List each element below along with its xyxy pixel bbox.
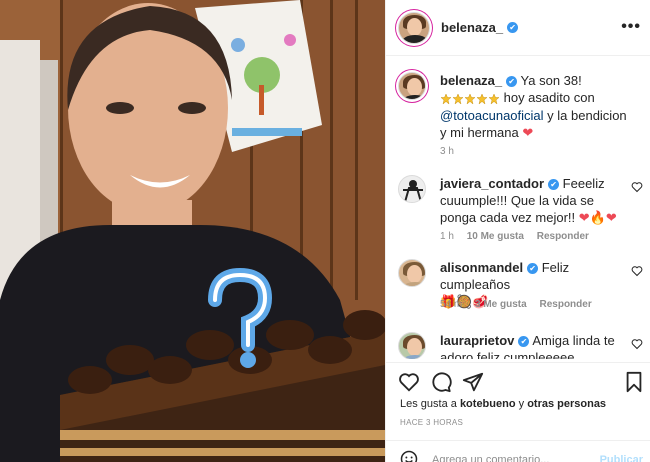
comment-username[interactable]: alisonmandel (440, 260, 523, 275)
comments-list[interactable]: belenaza_ ✔ Ya son 38! hoy asadito con @t… (386, 57, 650, 359)
comment-time[interactable]: 54 m (440, 299, 462, 310)
verified-badge-icon: ✔ (506, 76, 518, 88)
verified-badge-icon: ✔ (518, 336, 530, 348)
caption-line-1: Ya son 38! (520, 73, 582, 88)
caption-meta: 3 h (440, 146, 464, 157)
likes-mid: y (515, 398, 528, 410)
like-comment-heart-icon[interactable] (631, 265, 643, 277)
comment-meta: 1 h 10 Me gusta Responder (440, 231, 599, 242)
emoji-smiley-icon[interactable] (400, 450, 418, 462)
likes-prefix: Les gusta a (400, 398, 460, 410)
commenter-avatar[interactable] (398, 175, 426, 203)
reply-button[interactable]: Responder (537, 231, 589, 242)
caption-avatar[interactable] (398, 72, 426, 100)
likes-others-link[interactable]: otras personas (527, 398, 606, 410)
comment-meta: 54 m 3 Me gusta Responder (440, 299, 602, 310)
like-comment-heart-icon[interactable] (631, 181, 643, 193)
author-avatar[interactable] (398, 11, 430, 44)
comment-text: lauraprietov ✔ Amiga linda te adoro feliz… (440, 332, 630, 359)
add-comment-input[interactable]: Agrega un comentario... (432, 454, 549, 462)
photo-illustration (0, 0, 385, 462)
caption-text: belenaza_ ✔ Ya son 38! hoy asadito con @t… (440, 72, 630, 141)
verified-badge-icon: ✔ (507, 22, 519, 33)
author-username[interactable]: belenaza_ (441, 20, 503, 35)
comment-username[interactable]: javiera_contador (440, 176, 544, 191)
comment-emojis: ❤🔥❤ (578, 210, 617, 225)
share-paper-plane-icon[interactable] (462, 371, 484, 393)
stars-emoji-icon (440, 90, 500, 107)
verified-badge-icon: ✔ (548, 179, 560, 191)
publish-button[interactable]: Publicar (600, 454, 643, 462)
caption-line-2: hoy asadito con (500, 90, 595, 105)
post-timestamp[interactable]: HACE 3 HORAS (400, 418, 463, 427)
commenter-avatar[interactable] (398, 259, 426, 287)
reply-button[interactable]: Responder (539, 299, 591, 310)
post-photo[interactable] (0, 0, 385, 462)
like-comment-heart-icon[interactable] (631, 338, 643, 350)
post-side-panel: belenaza_ ✔ ••• belenaza_ ✔ Ya son 38! ho… (385, 0, 650, 462)
comment-username[interactable]: lauraprietov (440, 333, 514, 348)
caption-time[interactable]: 3 h (440, 146, 454, 157)
red-heart-emoji-icon: ❤ (522, 125, 534, 141)
verified-badge-icon: ✔ (527, 263, 539, 275)
comment-text: javiera_contador ✔ Feeeliz cuuumple!!! Qu… (440, 175, 630, 226)
caption-mention-link[interactable]: @totoacunaoficial (440, 108, 544, 123)
like-heart-icon[interactable] (398, 371, 420, 393)
post-header: belenaza_ ✔ ••• (386, 0, 650, 56)
save-bookmark-icon[interactable] (623, 371, 645, 393)
commenter-avatar[interactable] (398, 332, 426, 359)
comment-likes[interactable]: 10 Me gusta (467, 231, 524, 242)
comment-likes[interactable]: 3 Me gusta (475, 299, 527, 310)
comment-bubble-icon[interactable] (430, 371, 452, 393)
comment-time[interactable]: 1 h (440, 231, 454, 242)
post-action-bar (386, 362, 650, 400)
likes-summary: Les gusta a kotebueno y otras personas (400, 398, 606, 410)
caption-username[interactable]: belenaza_ (440, 73, 502, 88)
likes-user-link[interactable]: kotebueno (460, 398, 516, 410)
more-options-icon[interactable]: ••• (621, 18, 641, 36)
add-comment-bar: Agrega un comentario... Publicar (386, 440, 650, 462)
